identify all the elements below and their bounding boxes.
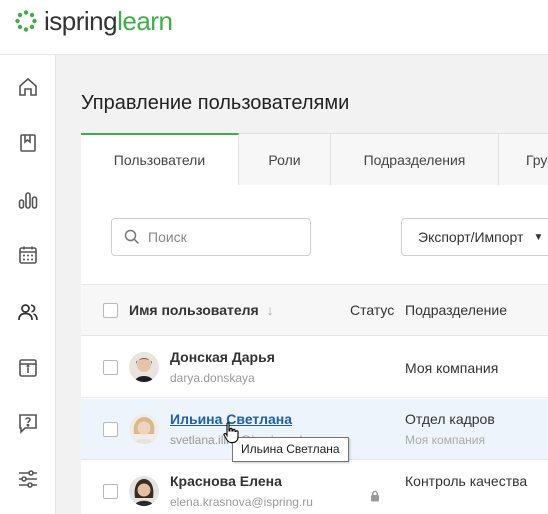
chevron-down-icon: ▼	[533, 231, 544, 243]
column-header-department[interactable]: Подразделение	[405, 302, 507, 318]
search-icon	[124, 229, 140, 245]
home-icon	[19, 77, 37, 96]
logo-text-learn: learn	[117, 6, 173, 36]
info-icon	[19, 359, 37, 377]
column-header-name[interactable]: Имя пользователя ↓	[129, 302, 274, 318]
user-name[interactable]: Краснова Елена	[170, 473, 282, 489]
search-placeholder: Поиск	[148, 229, 187, 245]
user-login: darya.donskaya	[170, 371, 255, 385]
tab-bar: Пользователи Роли Подразделения Гру	[81, 133, 548, 185]
sidebar-item-users[interactable]	[0, 292, 56, 332]
export-import-label: Экспорт/Импорт	[418, 229, 524, 245]
tab-departments[interactable]: Подразделения	[331, 134, 499, 185]
user-login: elena.krasnova@ispring.ru	[170, 495, 313, 509]
column-header-name-label: Имя пользователя	[129, 302, 259, 318]
search-input[interactable]: Поиск	[111, 218, 311, 256]
help-icon	[19, 414, 37, 434]
logo-sun-icon	[15, 10, 37, 32]
logo-text-ispring: ispring	[44, 6, 118, 36]
sidebar-item-calendar[interactable]	[0, 235, 56, 275]
lock-icon	[371, 490, 379, 502]
page-title: Управление пользователями	[81, 92, 350, 114]
calendar-icon	[19, 246, 37, 264]
column-header-status[interactable]: Статус	[350, 302, 394, 318]
tab-groups[interactable]: Гру	[499, 134, 548, 185]
table-row[interactable]: Краснова Елена elena.krasnova@ispring.ru…	[81, 461, 548, 514]
user-department: Моя компания	[405, 360, 499, 376]
sidebar-item-reports[interactable]	[0, 180, 56, 220]
tab-users[interactable]: Пользователи	[81, 133, 239, 185]
avatar	[129, 476, 159, 506]
tab-roles[interactable]: Роли	[239, 134, 331, 185]
sidebar-item-help[interactable]	[0, 403, 56, 443]
row-checkbox[interactable]	[103, 484, 118, 499]
user-name-tooltip: Ильина Светлана	[232, 437, 349, 462]
export-import-button[interactable]: Экспорт/Импорт ▼	[401, 218, 548, 256]
book-icon	[20, 134, 36, 152]
logo-text: ispringlearn	[44, 6, 173, 36]
table-row[interactable]: Донская Дарья darya.donskaya Моя компани…	[81, 337, 548, 398]
sidebar-item-info[interactable]	[0, 348, 56, 388]
tab-users-label: Пользователи	[113, 152, 206, 168]
hand-pointer-cursor-icon	[223, 422, 239, 444]
tab-groups-label: Гру	[526, 151, 548, 168]
select-all-checkbox[interactable]	[103, 303, 118, 318]
user-department-parent: Моя компания	[405, 433, 485, 447]
user-name[interactable]: Донская Дарья	[170, 349, 275, 365]
sidebar-item-settings[interactable]	[0, 459, 56, 499]
tab-departments-label: Подразделения	[363, 151, 466, 168]
avatar	[129, 352, 159, 382]
sort-arrow-icon: ↓	[266, 302, 274, 318]
bar-chart-icon	[18, 192, 38, 209]
table-header: Имя пользователя ↓ Статус Подразделение	[81, 284, 548, 336]
tab-roles-label: Роли	[268, 151, 301, 168]
settings-sliders-icon	[19, 470, 37, 488]
avatar	[129, 414, 159, 444]
sidebar-item-home[interactable]	[0, 67, 56, 107]
row-checkbox[interactable]	[103, 360, 118, 375]
user-department: Отдел кадров	[405, 411, 495, 427]
ispring-learn-logo[interactable]: ispringlearn	[14, 6, 173, 36]
users-icon	[18, 304, 38, 321]
sidebar-item-courses[interactable]	[0, 123, 56, 163]
user-department: Контроль качества	[405, 473, 528, 489]
sidebar	[0, 55, 56, 514]
top-bar: ispringlearn	[0, 0, 548, 55]
row-checkbox[interactable]	[103, 422, 118, 437]
